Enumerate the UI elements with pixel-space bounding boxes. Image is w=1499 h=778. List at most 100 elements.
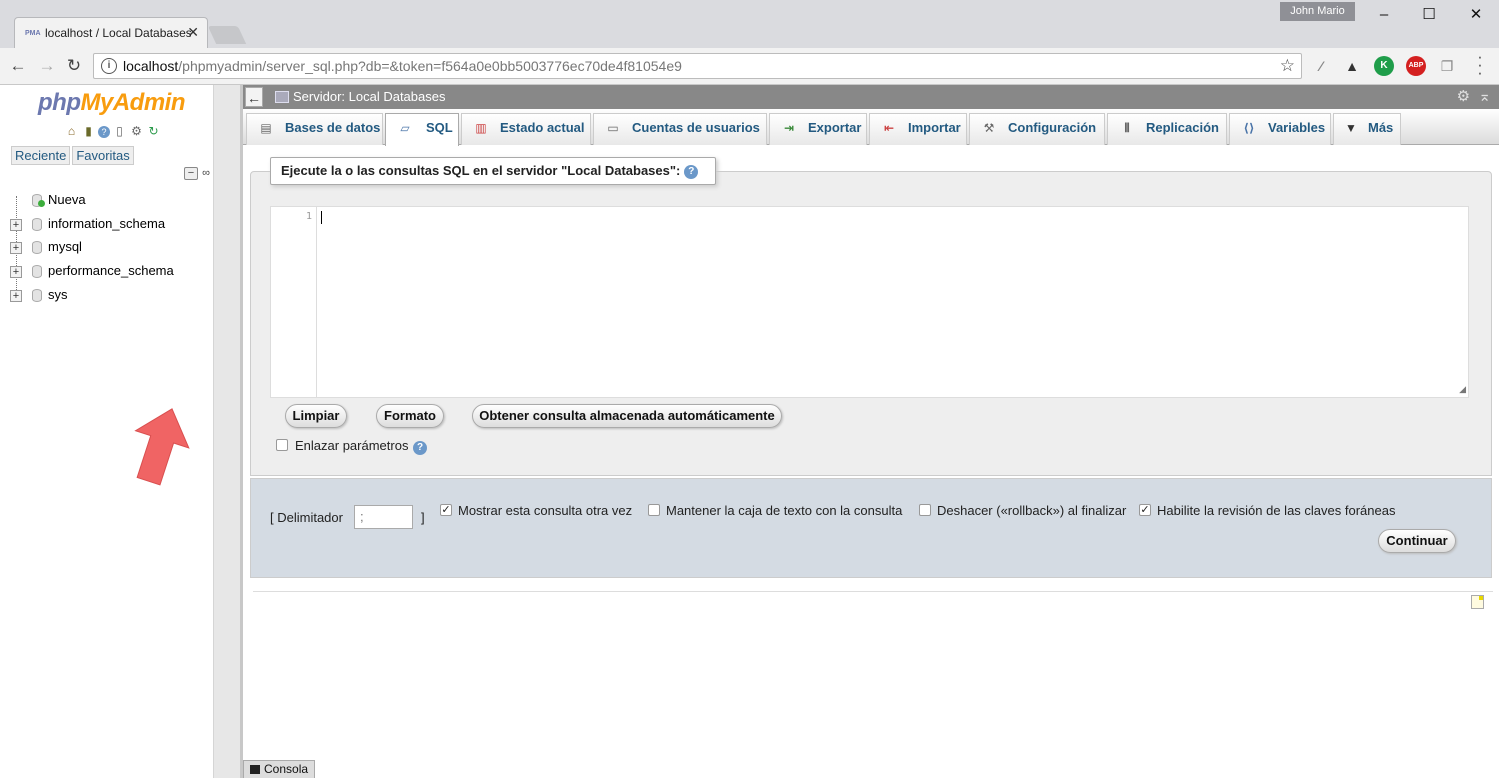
info-icon[interactable]: i xyxy=(101,58,117,74)
fk-checks-checkbox[interactable]: ✓ xyxy=(1139,504,1151,516)
tree-item-information-schema[interactable]: + information_schema xyxy=(0,214,200,236)
help-icon[interactable]: ? xyxy=(684,164,699,179)
resize-grip-icon[interactable]: ◢ xyxy=(1459,384,1466,395)
tree-item-performance-schema[interactable]: + performance_schema xyxy=(0,261,200,283)
dropper-extension-icon[interactable]: ⁄ xyxy=(1311,56,1331,76)
tab-import[interactable]: ⇤ Importar xyxy=(869,113,967,145)
sql-editor[interactable]: 1 ◢ xyxy=(270,206,1469,398)
variables-icon: ⟨⟩ xyxy=(1243,121,1255,135)
help-icon[interactable]: ? xyxy=(98,126,110,138)
tree-label[interactable]: sys xyxy=(48,287,68,302)
console-label: Consola xyxy=(264,762,309,776)
window-close-icon[interactable]: ✕ xyxy=(1461,4,1491,26)
rollback-checkbox[interactable] xyxy=(919,504,931,516)
home-icon[interactable]: ⌂ xyxy=(64,124,79,138)
new-tab-button[interactable] xyxy=(207,26,247,44)
menu-dots-icon[interactable]: · · · xyxy=(1472,48,1488,81)
tab-label: Más xyxy=(1368,120,1394,135)
rollback-label[interactable]: Deshacer («rollback») al finalizar xyxy=(937,503,1126,518)
delimiter-input[interactable]: ; xyxy=(354,505,413,529)
tab-settings[interactable]: ⚒ Configuración xyxy=(969,113,1105,145)
tree-item-new[interactable]: Nueva xyxy=(0,190,200,212)
console-toggle[interactable]: Consola xyxy=(243,760,315,778)
panel-resize-handle[interactable] xyxy=(213,85,243,778)
server-breadcrumb-bar: ← Servidor: Local Databases ⚙ ⌅ xyxy=(243,85,1499,109)
line-number: 1 xyxy=(305,211,312,222)
editor-gutter: 1 xyxy=(271,207,317,397)
refresh-icon[interactable]: ↻ xyxy=(146,124,161,138)
legend-text: Ejecute la o las consultas SQL en el ser… xyxy=(281,163,681,178)
logo-myadmin: MyAdmin xyxy=(80,89,185,116)
link-icon[interactable]: ∞ xyxy=(199,168,213,181)
bind-params-label[interactable]: Enlazar parámetros xyxy=(295,438,408,453)
collapse-all-icon[interactable]: − xyxy=(184,167,198,180)
minimize-icon[interactable]: – xyxy=(1369,4,1399,26)
pages-extension-icon[interactable]: ❐ xyxy=(1437,56,1457,76)
expand-icon[interactable]: + xyxy=(10,242,22,254)
forward-arrow-icon[interactable]: → xyxy=(36,55,58,77)
tree-label[interactable]: Nueva xyxy=(48,192,86,207)
expand-icon[interactable]: + xyxy=(10,219,22,231)
close-icon[interactable]: ✕ xyxy=(187,24,199,41)
main-content: ← Servidor: Local Databases ⚙ ⌅ ▤ Bases d… xyxy=(243,85,1499,778)
tab-label: Configuración xyxy=(1008,120,1097,135)
nav-tab-favorites[interactable]: Favoritas xyxy=(72,146,134,165)
k-extension-icon[interactable]: K xyxy=(1374,56,1394,76)
tab-sql[interactable]: ▱ SQL xyxy=(385,113,459,146)
tab-label: Estado actual xyxy=(500,120,585,135)
browser-titlebar: PMA localhost / Local Databases ✕ John M… xyxy=(0,0,1499,48)
logo-php: php xyxy=(38,89,81,116)
collapse-nav-arrow-icon[interactable]: ← xyxy=(245,87,263,107)
settings-gear-icon[interactable]: ⚙ xyxy=(1457,88,1470,105)
delimiter-label: [ Delimitador xyxy=(270,510,343,525)
help-icon[interactable]: ? xyxy=(413,441,427,455)
get-auto-saved-query-button[interactable]: Obtener consulta almacenada automáticame… xyxy=(472,404,782,428)
replication-icon: ⫴ xyxy=(1124,121,1130,135)
clear-button[interactable]: Limpiar xyxy=(285,404,347,428)
bind-params-checkbox[interactable] xyxy=(276,439,288,451)
settings-gear-icon[interactable]: ⚙ xyxy=(129,124,144,138)
tree-item-mysql[interactable]: + mysql xyxy=(0,237,200,259)
server-title[interactable]: Servidor: Local Databases xyxy=(293,89,445,104)
fk-checks-label[interactable]: Habilite la revisión de las claves forán… xyxy=(1157,503,1395,518)
show-query-label[interactable]: Mostrar esta consulta otra vez xyxy=(458,503,632,518)
docs-icon[interactable]: ▯ xyxy=(112,124,127,138)
format-button[interactable]: Formato xyxy=(376,404,444,428)
reload-icon[interactable]: ↻ xyxy=(63,55,85,77)
retain-query-box-checkbox[interactable] xyxy=(648,504,660,516)
maximize-icon[interactable]: ☐ xyxy=(1414,4,1444,26)
annotation-arrow-icon xyxy=(134,408,190,486)
sql-icon: ▱ xyxy=(400,121,410,135)
tab-label: Importar xyxy=(908,120,961,135)
collapse-top-icon[interactable]: ⌅ xyxy=(1478,88,1491,105)
tab-label: Bases de datos xyxy=(285,120,381,135)
nav-tab-recent[interactable]: Reciente xyxy=(11,146,71,165)
expand-icon[interactable]: + xyxy=(10,266,22,278)
tab-export[interactable]: ⇥ Exportar xyxy=(769,113,867,145)
phpmyadmin-logo[interactable]: phpMyAdmin xyxy=(38,89,185,117)
tree-label[interactable]: information_schema xyxy=(48,216,165,231)
adblock-extension-icon[interactable]: ABP xyxy=(1406,56,1426,76)
tree-item-sys[interactable]: + sys xyxy=(0,285,200,307)
logout-icon[interactable]: ▮ xyxy=(81,124,96,138)
url-input[interactable]: i localhost/phpmyadmin/server_sql.php?db… xyxy=(93,53,1302,79)
go-button[interactable]: Continuar xyxy=(1378,529,1456,553)
user-profile-badge[interactable]: John Mario xyxy=(1280,2,1355,21)
tab-user-accounts[interactable]: ▭ Cuentas de usuarios xyxy=(593,113,767,145)
sql-query-legend: Ejecute la o las consultas SQL en el ser… xyxy=(270,157,716,185)
tree-label[interactable]: performance_schema xyxy=(48,263,174,278)
hat-extension-icon[interactable]: ▲ xyxy=(1342,56,1362,76)
expand-icon[interactable]: + xyxy=(10,290,22,302)
tab-more[interactable]: ▼ Más xyxy=(1333,113,1401,145)
notes-icon[interactable] xyxy=(1471,595,1484,609)
tab-status[interactable]: ▥ Estado actual xyxy=(461,113,591,145)
tree-label[interactable]: mysql xyxy=(48,239,82,254)
browser-tab[interactable]: PMA localhost / Local Databases ✕ xyxy=(14,17,208,48)
tab-variables[interactable]: ⟨⟩ Variables xyxy=(1229,113,1331,145)
retain-query-box-label[interactable]: Mantener la caja de texto con la consult… xyxy=(666,503,902,518)
back-arrow-icon[interactable]: ← xyxy=(7,55,29,77)
tab-replication[interactable]: ⫴ Replicación xyxy=(1107,113,1227,145)
bookmark-star-icon[interactable]: ☆ xyxy=(1280,56,1295,76)
show-query-checkbox[interactable]: ✓ xyxy=(440,504,452,516)
tab-databases[interactable]: ▤ Bases de datos xyxy=(246,113,383,145)
